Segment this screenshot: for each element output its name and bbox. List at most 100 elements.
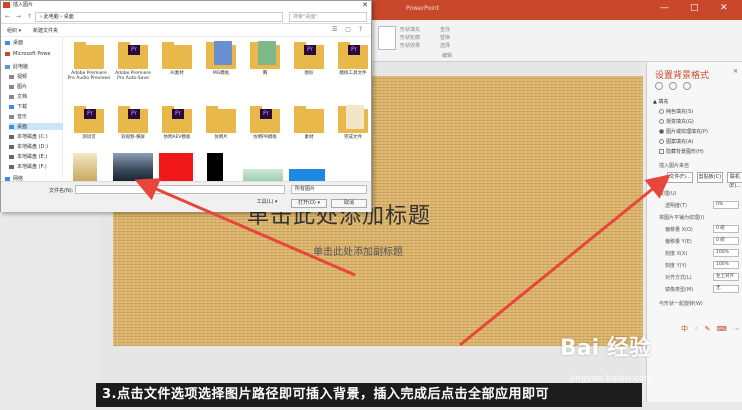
network-icon <box>5 176 10 181</box>
nav-item-downloads[interactable]: 下载 <box>9 103 27 110</box>
search-input[interactable]: 搜索"桌面" <box>289 12 367 22</box>
drive-icon <box>9 154 14 159</box>
baidu-watermark: Bai 经验 <box>560 336 651 361</box>
file-item[interactable]: Adobe Premiere Pro Audio Previews <box>67 41 111 81</box>
drive-icon <box>9 164 14 169</box>
slide-subtitle-placeholder[interactable]: 单击此处添加副标题 <box>313 243 403 258</box>
file-button[interactable]: 文件(F)... <box>667 172 693 183</box>
fill-section-header[interactable]: ▲ 填充 <box>653 98 668 105</box>
folder-icon <box>294 105 324 133</box>
tile-checkbox[interactable]: 将图片平铺为纹理(I) <box>659 214 704 221</box>
folder-icon <box>250 41 280 69</box>
fill-icon[interactable] <box>655 82 663 90</box>
replace-button[interactable]: 替换 <box>440 34 450 41</box>
cancel-button[interactable]: 取消 <box>331 199 367 208</box>
shape-fill-button[interactable]: 形状填充 <box>400 26 420 33</box>
file-type-select[interactable]: 所有图片 <box>291 185 367 194</box>
image-thumbnail[interactable] <box>159 153 193 181</box>
shape-effect-button[interactable]: 形状效果 <box>400 42 420 49</box>
nav-item-desktop[interactable]: 桌面 <box>5 39 23 46</box>
checkbox-hide-graphics[interactable]: 隐藏背景图形(H) <box>659 148 704 155</box>
offset-x-label: 偏移量 X(O) <box>665 227 693 233</box>
file-item[interactable]: 仿明片 <box>199 105 243 140</box>
nav-item-videos[interactable]: 视频 <box>9 73 27 80</box>
radio-gradient-fill[interactable]: 渐变填充(G) <box>659 118 694 125</box>
open-button[interactable]: 打开(O) ▾ <box>291 199 327 208</box>
shape-outline-button[interactable]: 形状轮廓 <box>400 34 420 41</box>
image-thumbnail[interactable] <box>243 169 283 181</box>
file-item[interactable]: Pr 仿明PR模板 <box>243 105 287 140</box>
mirror-select[interactable]: 无 <box>713 285 739 293</box>
document-icon <box>9 94 14 99</box>
nav-item-this-pc[interactable]: 此电脑 <box>5 63 28 70</box>
file-item[interactable]: 胸 <box>243 41 287 76</box>
nav-item-drive-f[interactable]: 本地磁盘 (F:) <box>9 163 47 170</box>
offset-x-input[interactable]: 0 磅 <box>713 225 739 233</box>
alignment-select[interactable]: 左上对齐 <box>713 273 739 281</box>
picture-icon[interactable] <box>683 82 691 90</box>
dialog-close-icon[interactable]: ✕ <box>362 1 368 10</box>
nav-item-drive-c[interactable]: 本地磁盘 (C:) <box>9 133 48 140</box>
pane-close-icon[interactable]: ✕ <box>733 68 738 75</box>
file-item[interactable]: Pr 测试可 <box>67 105 111 140</box>
ime-toolbar[interactable]: 中 ◦ ✎ ⌨ ⋯ <box>681 324 742 334</box>
file-item[interactable]: 素材 <box>287 105 331 140</box>
powerpoint-icon <box>5 51 10 56</box>
file-item[interactable]: AI素材 <box>155 41 199 76</box>
nav-item-music[interactable]: 音乐 <box>9 113 27 120</box>
video-icon <box>9 74 14 79</box>
texture-label: 纹理(U) <box>659 191 677 197</box>
new-folder-button[interactable]: 新建文件夹 <box>33 27 58 34</box>
file-item[interactable]: Pr 模拟工具文件 <box>331 41 375 76</box>
scale-x-label: 刻度 X(X) <box>665 251 688 257</box>
radio-icon <box>659 129 664 134</box>
image-thumbnail-selected[interactable] <box>113 153 153 181</box>
file-item[interactable]: Pr 双视频-横屏 <box>111 105 155 140</box>
nav-item-powerpoint[interactable]: Microsoft Powe <box>5 51 50 57</box>
radio-pattern-fill[interactable]: 图案填充(A) <box>659 138 693 145</box>
breadcrumb[interactable]: › 此电脑 › 桌面 <box>35 12 283 22</box>
scale-y-input[interactable]: 100% <box>713 261 739 269</box>
view-options-icon[interactable]: ☰ ▢ ? <box>332 26 365 33</box>
offset-y-input[interactable]: 0 磅 <box>713 237 739 245</box>
file-item[interactable]: Pr 仿明AEV模板 <box>155 105 199 140</box>
find-button[interactable]: 查找 <box>440 26 450 33</box>
nav-item-drive-d[interactable]: 本地磁盘 (D:) <box>9 143 48 150</box>
premiere-folder-icon: Pr <box>162 105 192 133</box>
radio-solid-fill[interactable]: 纯色填充(S) <box>659 108 693 115</box>
file-name-input[interactable] <box>75 185 285 194</box>
scale-y-label: 刻度 Y(Y) <box>665 263 687 269</box>
radio-icon <box>659 109 664 114</box>
folder-icon <box>206 105 236 133</box>
rotate-with-shape-checkbox[interactable]: 与形状一起旋转(W) <box>659 300 703 307</box>
nav-item-pictures[interactable]: 图片 <box>9 83 27 90</box>
pane-title: 设置背景格式 <box>655 71 710 81</box>
file-item[interactable]: Pr 图标 <box>287 41 331 76</box>
transparency-input[interactable]: 0% <box>713 201 739 209</box>
clipboard-button[interactable]: 剪贴板(C) <box>697 172 723 183</box>
close-button[interactable]: ✕ <box>720 3 728 13</box>
scale-x-input[interactable]: 100% <box>713 249 739 257</box>
music-icon <box>9 114 14 119</box>
image-thumbnail[interactable] <box>207 153 223 181</box>
nav-arrows-icon[interactable]: ← → ↑ <box>5 13 34 20</box>
navigation-pane: 桌面 Microsoft Powe 此电脑 视频 图片 文档 下载 音乐 桌面 … <box>1 37 63 182</box>
select-button[interactable]: 选择 <box>440 42 450 49</box>
nav-item-drive-e[interactable]: 本地磁盘 (E:) <box>9 153 47 160</box>
nav-item-documents[interactable]: 文档 <box>9 93 27 100</box>
effects-icon[interactable] <box>669 82 677 90</box>
online-button[interactable]: 联机(E)... <box>727 172 742 189</box>
transparency-label: 透明度(T) <box>665 203 687 209</box>
minimize-button[interactable]: — <box>660 3 669 13</box>
file-item[interactable]: 完成文件 <box>331 105 375 140</box>
file-item[interactable]: MG模板 <box>199 41 243 76</box>
paste-icon[interactable] <box>378 26 396 50</box>
organize-button[interactable]: 组织 ▾ <box>7 27 21 34</box>
maximize-button[interactable]: □ <box>690 3 699 13</box>
image-thumbnail[interactable] <box>73 153 97 181</box>
image-thumbnail[interactable] <box>289 169 325 181</box>
radio-picture-fill[interactable]: 图片或纹理填充(P) <box>659 128 708 135</box>
file-item[interactable]: Pr Adobe Premiere Pro Auto-Save <box>111 41 155 81</box>
nav-item-desktop-selected[interactable]: 桌面 <box>9 123 63 130</box>
tools-button[interactable]: 工具(L) ▾ <box>249 199 285 208</box>
